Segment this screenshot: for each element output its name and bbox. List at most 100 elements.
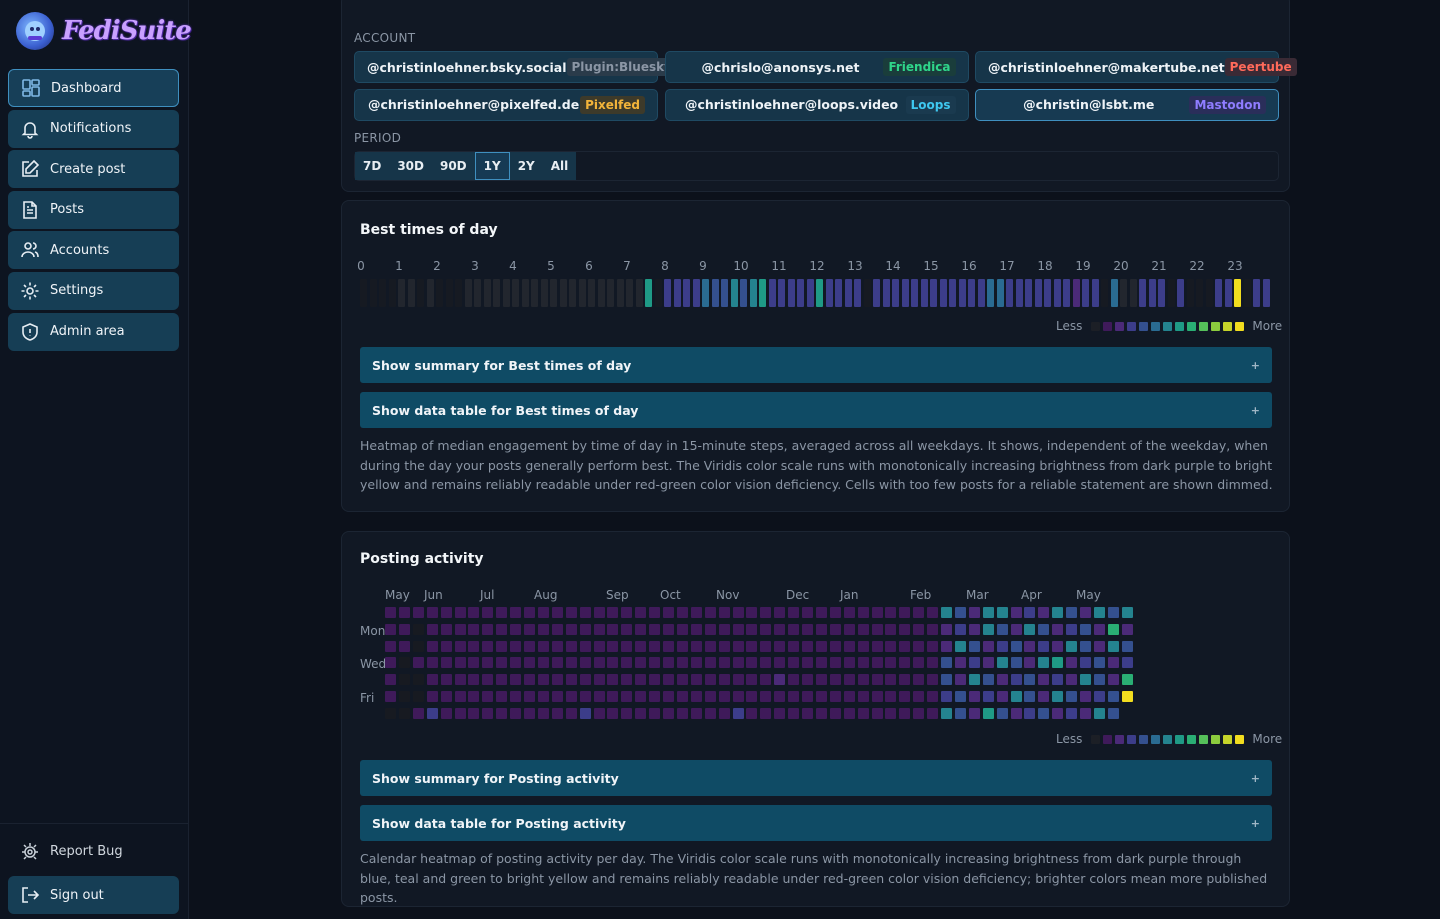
calendar-cell[interactable]	[426, 607, 438, 618]
calendar-cell[interactable]	[802, 707, 813, 719]
calendar-cell[interactable]	[913, 607, 925, 618]
calendar-cell[interactable]	[412, 674, 424, 686]
calendar-cell[interactable]	[996, 623, 1008, 635]
calendar-cell[interactable]	[537, 707, 549, 719]
heatmap-cell[interactable]	[426, 279, 434, 307]
heatmap-cell[interactable]	[882, 279, 890, 307]
calendar-cell[interactable]	[927, 640, 939, 652]
calendar-cell[interactable]	[635, 674, 647, 686]
calendar-cell[interactable]	[468, 640, 480, 652]
calendar-cell[interactable]	[802, 691, 813, 702]
calendar-cell[interactable]	[468, 674, 480, 686]
calendar-cell[interactable]	[412, 623, 424, 635]
calendar-cell[interactable]	[482, 640, 494, 652]
calendar-cell[interactable]	[815, 640, 827, 652]
calendar-cell[interactable]	[454, 623, 466, 635]
calendar-cell[interactable]	[718, 623, 730, 635]
calendar-cell[interactable]	[398, 623, 410, 635]
calendar-cell[interactable]	[690, 707, 702, 719]
calendar-cell[interactable]	[537, 657, 549, 669]
calendar-cell[interactable]	[468, 691, 480, 702]
calendar-cell[interactable]	[1093, 707, 1105, 719]
calendar-cell[interactable]	[941, 657, 952, 669]
calendar-cell[interactable]	[385, 607, 396, 618]
calendar-cell[interactable]	[760, 691, 772, 702]
calendar-cell[interactable]	[398, 640, 410, 652]
calendar-cell[interactable]	[551, 623, 563, 635]
calendar-cell[interactable]	[663, 657, 674, 669]
calendar-cell[interactable]	[843, 707, 855, 719]
calendar-cell[interactable]	[885, 674, 897, 686]
heatmap-cell[interactable]	[1044, 279, 1051, 307]
calendar-cell[interactable]	[829, 640, 841, 652]
heatmap-cell[interactable]	[464, 279, 472, 307]
heatmap-cell[interactable]	[1253, 279, 1260, 307]
heatmap-cell[interactable]	[1025, 279, 1032, 307]
calendar-cell[interactable]	[426, 674, 438, 686]
calendar-cell[interactable]	[649, 691, 661, 702]
calendar-cell[interactable]	[537, 674, 549, 686]
calendar-cell[interactable]	[1107, 623, 1119, 635]
heatmap-cell[interactable]	[569, 279, 576, 307]
heatmap-cell[interactable]	[1243, 279, 1251, 307]
report-bug-button[interactable]: Report Bug	[8, 832, 179, 870]
heatmap-cell[interactable]	[768, 279, 776, 307]
calendar-cell[interactable]	[760, 707, 772, 719]
calendar-cell[interactable]	[1093, 691, 1105, 702]
calendar-cell[interactable]	[1038, 707, 1050, 719]
account-chip[interactable]: @christin@lsbt.me Mastodon	[975, 88, 1279, 121]
calendar-cell[interactable]	[398, 707, 410, 719]
calendar-cell[interactable]	[774, 607, 786, 618]
calendar-cell[interactable]	[954, 623, 966, 635]
calendar-cell[interactable]	[593, 657, 605, 669]
calendar-cell[interactable]	[524, 640, 535, 652]
heatmap-cell[interactable]	[759, 279, 766, 307]
heatmap-cell[interactable]	[474, 279, 481, 307]
calendar-cell[interactable]	[802, 674, 813, 686]
calendar-cell[interactable]	[760, 607, 772, 618]
calendar-cell[interactable]	[690, 657, 702, 669]
heatmap-cell[interactable]	[512, 279, 519, 307]
calendar-cell[interactable]	[1080, 657, 1091, 669]
calendar-cell[interactable]	[829, 707, 841, 719]
calendar-cell[interactable]	[982, 707, 994, 719]
calendar-cell[interactable]	[996, 607, 1008, 618]
calendar-cell[interactable]	[621, 657, 633, 669]
calendar-cell[interactable]	[857, 607, 869, 618]
calendar-cell[interactable]	[1038, 657, 1050, 669]
heatmap-cell[interactable]	[911, 279, 918, 307]
calendar-cell[interactable]	[774, 707, 786, 719]
calendar-cell[interactable]	[385, 674, 396, 686]
calendar-cell[interactable]	[579, 707, 591, 719]
heatmap-cell[interactable]	[645, 279, 652, 307]
calendar-cell[interactable]	[1024, 640, 1036, 652]
calendar-cell[interactable]	[1066, 640, 1078, 652]
calendar-cell[interactable]	[607, 691, 619, 702]
calendar-cell[interactable]	[565, 707, 577, 719]
calendar-cell[interactable]	[927, 623, 939, 635]
calendar-cell[interactable]	[468, 623, 480, 635]
calendar-cell[interactable]	[1093, 607, 1105, 618]
calendar-cell[interactable]	[1121, 623, 1133, 635]
calendar-cell[interactable]	[1066, 707, 1078, 719]
calendar-cell[interactable]	[551, 691, 563, 702]
calendar-cell[interactable]	[732, 623, 744, 635]
calendar-cell[interactable]	[1052, 640, 1064, 652]
calendar-cell[interactable]	[746, 607, 758, 618]
calendar-cell[interactable]	[746, 674, 758, 686]
calendar-cell[interactable]	[663, 707, 674, 719]
calendar-cell[interactable]	[968, 691, 980, 702]
heatmap-cell[interactable]	[664, 279, 671, 307]
calendar-cell[interactable]	[1107, 707, 1119, 719]
calendar-cell[interactable]	[551, 640, 563, 652]
calendar-cell[interactable]	[718, 640, 730, 652]
calendar-cell[interactable]	[496, 607, 508, 618]
calendar-cell[interactable]	[815, 623, 827, 635]
calendar-cell[interactable]	[704, 640, 716, 652]
calendar-cell[interactable]	[954, 640, 966, 652]
heatmap-cell[interactable]	[1110, 279, 1118, 307]
calendar-cell[interactable]	[551, 707, 563, 719]
calendar-cell[interactable]	[704, 707, 716, 719]
calendar-cell[interactable]	[718, 674, 730, 686]
calendar-cell[interactable]	[788, 707, 800, 719]
